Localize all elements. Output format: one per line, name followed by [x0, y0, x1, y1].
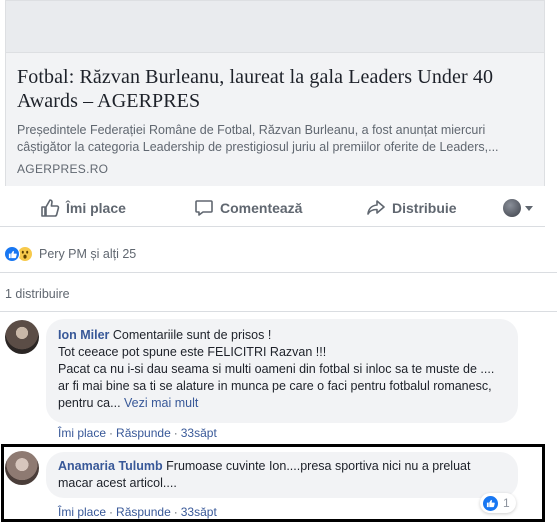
like-reaction-icon [483, 495, 498, 511]
share-arrow-icon [367, 200, 385, 215]
like-button-label: Îmi place [66, 200, 126, 216]
commenter-avatar[interactable] [5, 320, 39, 354]
like-button[interactable]: Îmi place [40, 189, 126, 227]
chevron-down-icon [525, 205, 533, 211]
reaction-count-number: 1 [503, 496, 510, 510]
comment-like-link[interactable]: Îmi place [58, 505, 106, 519]
comment-reply-link[interactable]: Răspunde [116, 426, 171, 440]
link-preview-body: Fotbal: Răzvan Burleanu, laureat la gala… [6, 53, 544, 186]
current-user-avatar [503, 199, 521, 217]
comment-bubble: Anamaria Tulumb Frumoase cuvinte Ion....… [46, 452, 518, 498]
comment-reply-link[interactable]: Răspunde [116, 505, 171, 519]
link-preview-title[interactable]: Fotbal: Răzvan Burleanu, laureat la gala… [17, 65, 534, 113]
comment-actions: Îmi place · Răspunde · 33săpt [58, 505, 217, 519]
link-preview-card[interactable]: Fotbal: Răzvan Burleanu, laureat la gala… [5, 0, 545, 186]
see-more-link[interactable]: Vezi mai mult [124, 396, 198, 410]
comment-bubble: Ion Miler Comentariile sunt de prisos ! … [46, 319, 518, 423]
comment-reaction-count[interactable]: 1 [480, 493, 516, 513]
comment-timestamp[interactable]: 33săpt [181, 426, 217, 440]
comment-actions: Îmi place · Răspunde · 33săpt [58, 426, 217, 440]
thumbs-up-icon [41, 199, 60, 217]
comment-author[interactable]: Ion Miler [58, 328, 109, 342]
comment-button-label: Comentează [220, 200, 303, 216]
divider [0, 272, 557, 273]
comment-bubble-icon [195, 200, 213, 216]
share-button[interactable]: Distribuie [366, 189, 457, 227]
commenter-avatar[interactable] [5, 451, 39, 485]
share-count[interactable]: 1 distribuire [5, 287, 70, 301]
link-preview-domain: AGERPRES.RO [17, 162, 109, 176]
reactions-summary-text[interactable]: Pery PM și alți 25 [39, 247, 136, 261]
comment-like-link[interactable]: Îmi place [58, 426, 106, 440]
link-preview-description: Președintele Federației Române de Fotbal… [17, 123, 499, 154]
comment-author[interactable]: Anamaria Tulumb [58, 459, 163, 473]
link-preview-image [6, 1, 544, 53]
comment-timestamp[interactable]: 33săpt [181, 505, 217, 519]
reactions-summary[interactable]: Pery PM și alți 25 [4, 244, 136, 264]
divider [0, 311, 557, 312]
comment-button[interactable]: Comentează [194, 189, 302, 227]
like-reaction-icon [4, 246, 20, 262]
comment-as-selector[interactable] [503, 199, 533, 217]
post-action-bar: Îmi place Comentează Distribuie [0, 189, 545, 227]
share-button-label: Distribuie [392, 200, 457, 216]
